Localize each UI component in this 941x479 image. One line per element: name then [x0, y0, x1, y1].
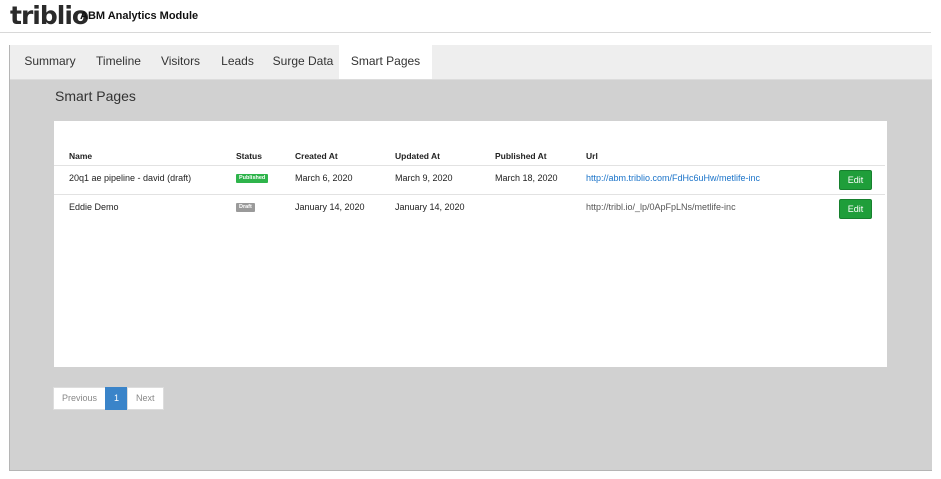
row-updated-at: January 14, 2020 — [395, 202, 465, 212]
triblio-logo[interactable]: triblio — [10, 1, 89, 30]
smart-pages-table: Name Status Created At Updated At Publis… — [54, 121, 887, 367]
logo-text: triblio — [10, 1, 89, 30]
edit-button[interactable]: Edit — [839, 199, 872, 219]
row-updated-at: March 9, 2020 — [395, 173, 453, 183]
column-header-created-at: Created At — [295, 151, 338, 161]
row-url-link[interactable]: http://abm.triblio.com/FdHc6uHw/metlife-… — [586, 173, 760, 183]
column-header-url: Url — [586, 151, 598, 161]
row-created-at: March 6, 2020 — [295, 173, 353, 183]
pagination-next[interactable]: Next — [127, 387, 164, 410]
tab-smart-pages[interactable]: Smart Pages — [339, 45, 432, 79]
app-title: ABM Analytics Module — [80, 10, 199, 22]
pagination-previous[interactable]: Previous — [53, 387, 107, 410]
tab-summary[interactable]: Summary — [16, 45, 84, 79]
status-badge: Draft — [236, 203, 255, 212]
column-header-published-at: Published At — [495, 151, 547, 161]
row-name: 20q1 ae pipeline - david (draft) — [69, 173, 192, 183]
row-published-at: March 18, 2020 — [495, 173, 558, 183]
row-url: http://tribl.io/_lp/0ApFpLNs/metlife-inc — [586, 202, 736, 212]
app-header: triblio ABM Analytics Module — [0, 0, 941, 33]
row-created-at: January 14, 2020 — [295, 202, 365, 212]
header-divider-line — [54, 165, 885, 166]
column-header-name: Name — [69, 151, 93, 161]
edit-button[interactable]: Edit — [839, 170, 872, 190]
tab-leads[interactable]: Leads — [212, 45, 263, 79]
column-header-status: Status — [236, 151, 262, 161]
row-name: Eddie Demo — [69, 202, 119, 212]
tab-surge-data[interactable]: Surge Data — [267, 45, 339, 79]
row-divider-line — [54, 194, 885, 195]
page-title: Smart Pages — [55, 88, 136, 104]
tab-bar: Summary Timeline Visitors Leads Surge Da… — [10, 45, 932, 80]
status-badge: Published — [236, 174, 269, 183]
pagination-page-1[interactable]: 1 — [105, 387, 129, 410]
pagination: Previous 1 Next — [53, 387, 164, 410]
header-divider — [0, 32, 931, 33]
tab-timeline[interactable]: Timeline — [88, 45, 149, 79]
column-header-updated-at: Updated At — [395, 151, 441, 161]
tab-visitors[interactable]: Visitors — [153, 45, 208, 79]
module-frame: Summary Timeline Visitors Leads Surge Da… — [9, 45, 932, 471]
